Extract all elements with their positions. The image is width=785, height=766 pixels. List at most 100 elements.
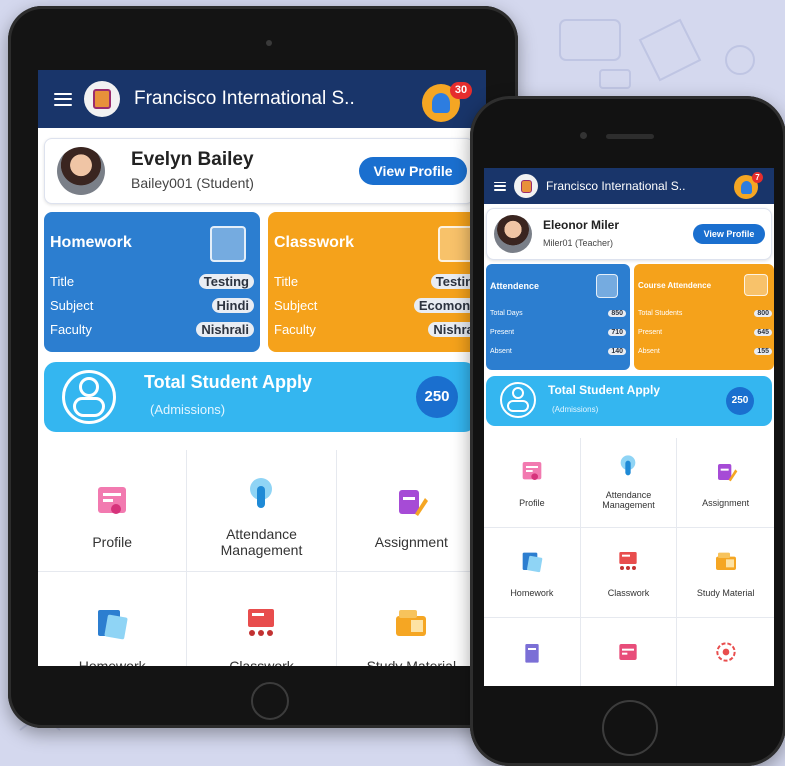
tile-row-value: 155 bbox=[754, 348, 772, 355]
view-profile-button[interactable]: View Profile bbox=[693, 224, 765, 244]
apply-title: Total Student Apply bbox=[144, 372, 312, 392]
settings-icon bbox=[715, 642, 736, 662]
profile-icon bbox=[522, 462, 542, 480]
menu-item-homework[interactable]: Homework bbox=[38, 572, 188, 666]
total-student-apply-card[interactable]: Total Student Apply (Admissions) 250 bbox=[44, 362, 476, 432]
apply-count: 250 bbox=[416, 376, 458, 418]
menu-item-profile[interactable]: Profile bbox=[38, 450, 188, 572]
student-icon bbox=[62, 370, 116, 424]
tile-row-value: Testing bbox=[198, 274, 254, 289]
menu-item-assignment[interactable]: Assignment bbox=[336, 450, 486, 572]
menu-item-profile[interactable]: Profile bbox=[484, 438, 581, 528]
menu-icon[interactable] bbox=[494, 181, 506, 191]
tile-row-label: Title bbox=[274, 274, 299, 289]
study-material-icon bbox=[396, 610, 427, 636]
calendar-icon bbox=[619, 644, 638, 660]
app-header: Francisco International S.. 7 bbox=[484, 168, 774, 204]
phone-camera bbox=[580, 132, 587, 139]
profile-name: Eleonor Miler bbox=[543, 218, 620, 232]
tile-row-value: 140 bbox=[608, 348, 626, 355]
menu-item-homework[interactable]: Homework bbox=[484, 528, 581, 618]
phone-device: Francisco International S.. 7 Eleonor Mi… bbox=[470, 96, 785, 766]
school-logo-icon bbox=[514, 174, 538, 198]
app-header: Francisco International S.. 30 bbox=[38, 70, 486, 128]
tile-row-label: Title bbox=[50, 274, 75, 289]
profile-card: Eleonor Miler Miler01 (Teacher) View Pro… bbox=[486, 208, 772, 260]
avatar bbox=[494, 215, 532, 253]
course-attendence-tile[interactable]: Course Attendence Total Students 800 Pres… bbox=[634, 264, 774, 370]
course-attendence-icon bbox=[744, 274, 768, 296]
profile-subtitle: Bailey001 (Student) bbox=[131, 175, 254, 191]
profile-subtitle: Miler01 (Teacher) bbox=[543, 238, 614, 248]
tile-row-label: Total Days bbox=[490, 310, 523, 317]
assignment-icon bbox=[717, 464, 737, 482]
tile-title: Classwork bbox=[274, 234, 355, 251]
tile-row-label: Present bbox=[638, 329, 663, 336]
notification-badge: 30 bbox=[450, 82, 472, 99]
attendance-icon bbox=[250, 478, 273, 508]
menu-item-attendance[interactable]: Attendance Management bbox=[187, 450, 337, 572]
profile-icon bbox=[98, 487, 127, 514]
attendence-tile[interactable]: Attendence Total Days 850 Present 710 Abse… bbox=[486, 264, 630, 370]
menu-item-label: Assignment bbox=[374, 534, 448, 550]
homework-icon bbox=[522, 552, 543, 573]
menu-icon[interactable] bbox=[54, 92, 72, 106]
tile-row-label: Total Students bbox=[638, 310, 683, 317]
menu-item-label: Attendance Management bbox=[602, 490, 655, 511]
menu-item-study-material[interactable]: Study Material bbox=[677, 528, 774, 618]
menu-item-attendance[interactable]: Attendance Management bbox=[580, 438, 678, 528]
tile-row-value: 645 bbox=[754, 329, 772, 336]
phone-screen: Francisco International S.. 7 Eleonor Mi… bbox=[484, 168, 774, 686]
tile-row-label: Absent bbox=[638, 348, 660, 355]
avatar bbox=[57, 147, 105, 195]
homework-tile[interactable]: Homework Title Testing Subject Hindi Facul… bbox=[44, 212, 260, 352]
total-student-apply-card[interactable]: Total Student Apply (Admissions) 250 bbox=[486, 376, 772, 426]
tile-title: Course Attendence bbox=[638, 281, 712, 290]
menu-grid: Profile Attendance Management Assignment… bbox=[484, 438, 774, 686]
tile-row-label: Present bbox=[490, 329, 515, 336]
tile-row-label: Faculty bbox=[274, 322, 316, 337]
attendance-icon bbox=[621, 455, 636, 476]
attendence-icon bbox=[596, 274, 618, 298]
tile-row-value: 850 bbox=[608, 310, 626, 317]
classwork-tile[interactable]: Classwork Title Testing Subject Ecomonic F… bbox=[268, 212, 486, 352]
apply-title: Total Student Apply bbox=[548, 383, 660, 397]
menu-item-extra-3[interactable] bbox=[677, 618, 774, 686]
tablet-camera bbox=[266, 40, 272, 46]
notification-badge: 7 bbox=[752, 172, 763, 183]
menu-item-extra-1[interactable] bbox=[484, 618, 581, 686]
tablet-screen: Francisco International S.. 30 Evelyn Ba… bbox=[38, 70, 486, 666]
study-material-icon bbox=[715, 552, 736, 570]
menu-item-extra-2[interactable] bbox=[581, 618, 678, 686]
apply-subtitle: (Admissions) bbox=[552, 405, 599, 414]
menu-item-label: Attendance Management bbox=[220, 526, 303, 559]
homework-icon bbox=[210, 226, 246, 262]
menu-item-label: Study Material bbox=[696, 588, 755, 598]
menu-item-label: Classwork bbox=[607, 588, 650, 598]
menu-grid: Profile Attendance Management Assignment… bbox=[38, 450, 486, 666]
tile-row-value: Hindi bbox=[211, 298, 254, 313]
apply-count: 250 bbox=[726, 387, 754, 415]
tile-row-value: Nishrali bbox=[196, 322, 254, 337]
menu-item-label: Classwork bbox=[229, 658, 294, 666]
classwork-icon bbox=[619, 552, 638, 570]
view-profile-button[interactable]: View Profile bbox=[359, 157, 467, 185]
phone-speaker bbox=[606, 134, 654, 139]
profile-name: Evelyn Bailey bbox=[131, 149, 254, 170]
student-icon bbox=[500, 382, 536, 418]
school-logo-icon bbox=[84, 81, 120, 117]
menu-item-classwork[interactable]: Classwork bbox=[187, 572, 337, 666]
menu-item-study-material[interactable]: Study Material bbox=[337, 572, 486, 666]
menu-item-classwork[interactable]: Classwork bbox=[580, 528, 678, 618]
menu-item-assignment[interactable]: Assignment bbox=[677, 438, 774, 528]
homework-icon bbox=[98, 610, 128, 640]
report-icon bbox=[525, 644, 539, 663]
tile-row-label: Faculty bbox=[50, 322, 92, 337]
tablet-device: Francisco International S.. 30 Evelyn Ba… bbox=[8, 6, 518, 728]
menu-item-label: Homework bbox=[510, 588, 554, 598]
menu-item-label: Profile bbox=[92, 534, 132, 550]
tile-title: Homework bbox=[50, 234, 132, 251]
tablet-home-button[interactable] bbox=[251, 682, 289, 720]
apply-subtitle: (Admissions) bbox=[150, 402, 226, 417]
phone-home-button[interactable] bbox=[602, 700, 658, 756]
